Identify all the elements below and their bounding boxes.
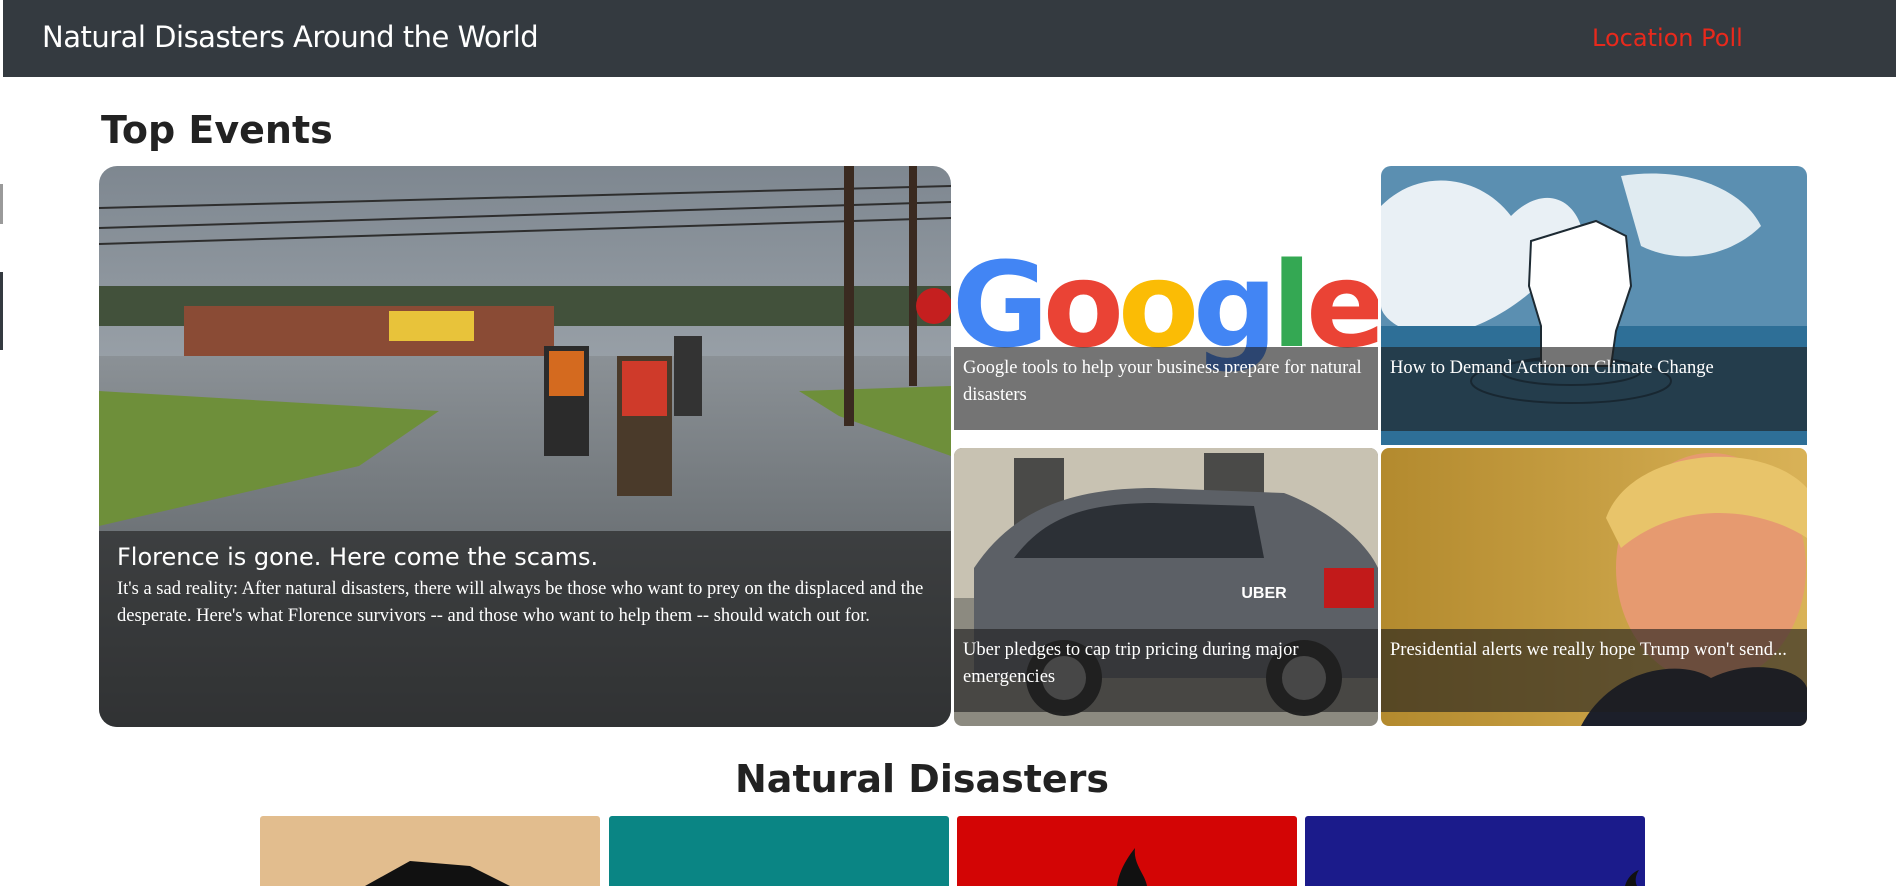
event-card-caption: How to Demand Action on Climate Change — [1381, 347, 1807, 431]
natural-disasters-heading: Natural Disasters — [735, 757, 1110, 801]
event-card-caption: Presidential alerts we really hope Trump… — [1381, 629, 1807, 712]
site-brand[interactable]: Natural Disasters Around the World — [42, 20, 539, 54]
disaster-tile-tsunami[interactable] — [609, 816, 949, 886]
event-card-climate[interactable]: How to Demand Action on Climate Change — [1381, 166, 1807, 445]
disaster-tile-image — [1305, 816, 1645, 886]
event-card-google[interactable]: Google Google tools to help your busines… — [954, 166, 1378, 430]
featured-event-summary: It's a sad reality: After natural disast… — [117, 579, 924, 626]
event-card-caption: Uber pledges to cap trip pricing during … — [954, 629, 1378, 712]
disaster-tile-earthquake[interactable] — [260, 816, 600, 886]
left-edge-fragment — [0, 184, 3, 224]
left-edge-fragment — [0, 272, 3, 350]
uber-logo-text: UBER — [1241, 585, 1287, 602]
disaster-tile-image — [957, 816, 1297, 886]
featured-event-card[interactable]: Florence is gone. Here come the scams. I… — [99, 166, 951, 727]
event-card-caption: Google tools to help your business prepa… — [954, 347, 1378, 430]
navbar: Natural Disasters Around the World Locat… — [3, 0, 1896, 77]
event-card-uber[interactable]: UBER Uber pledges to cap trip pricing du… — [954, 448, 1378, 726]
location-poll-link[interactable]: Location Poll — [1592, 24, 1743, 52]
disaster-tile-storm[interactable] — [1305, 816, 1645, 886]
disaster-tile-image — [260, 816, 600, 886]
disaster-tile-image — [609, 816, 949, 886]
featured-event-headline[interactable]: Florence is gone. Here come the scams. — [117, 541, 933, 573]
featured-event-caption: Florence is gone. Here come the scams. I… — [99, 531, 951, 727]
disaster-tile-fire[interactable] — [957, 816, 1297, 886]
event-card-trump[interactable]: Presidential alerts we really hope Trump… — [1381, 448, 1807, 726]
top-events-heading: Top Events — [101, 108, 333, 152]
